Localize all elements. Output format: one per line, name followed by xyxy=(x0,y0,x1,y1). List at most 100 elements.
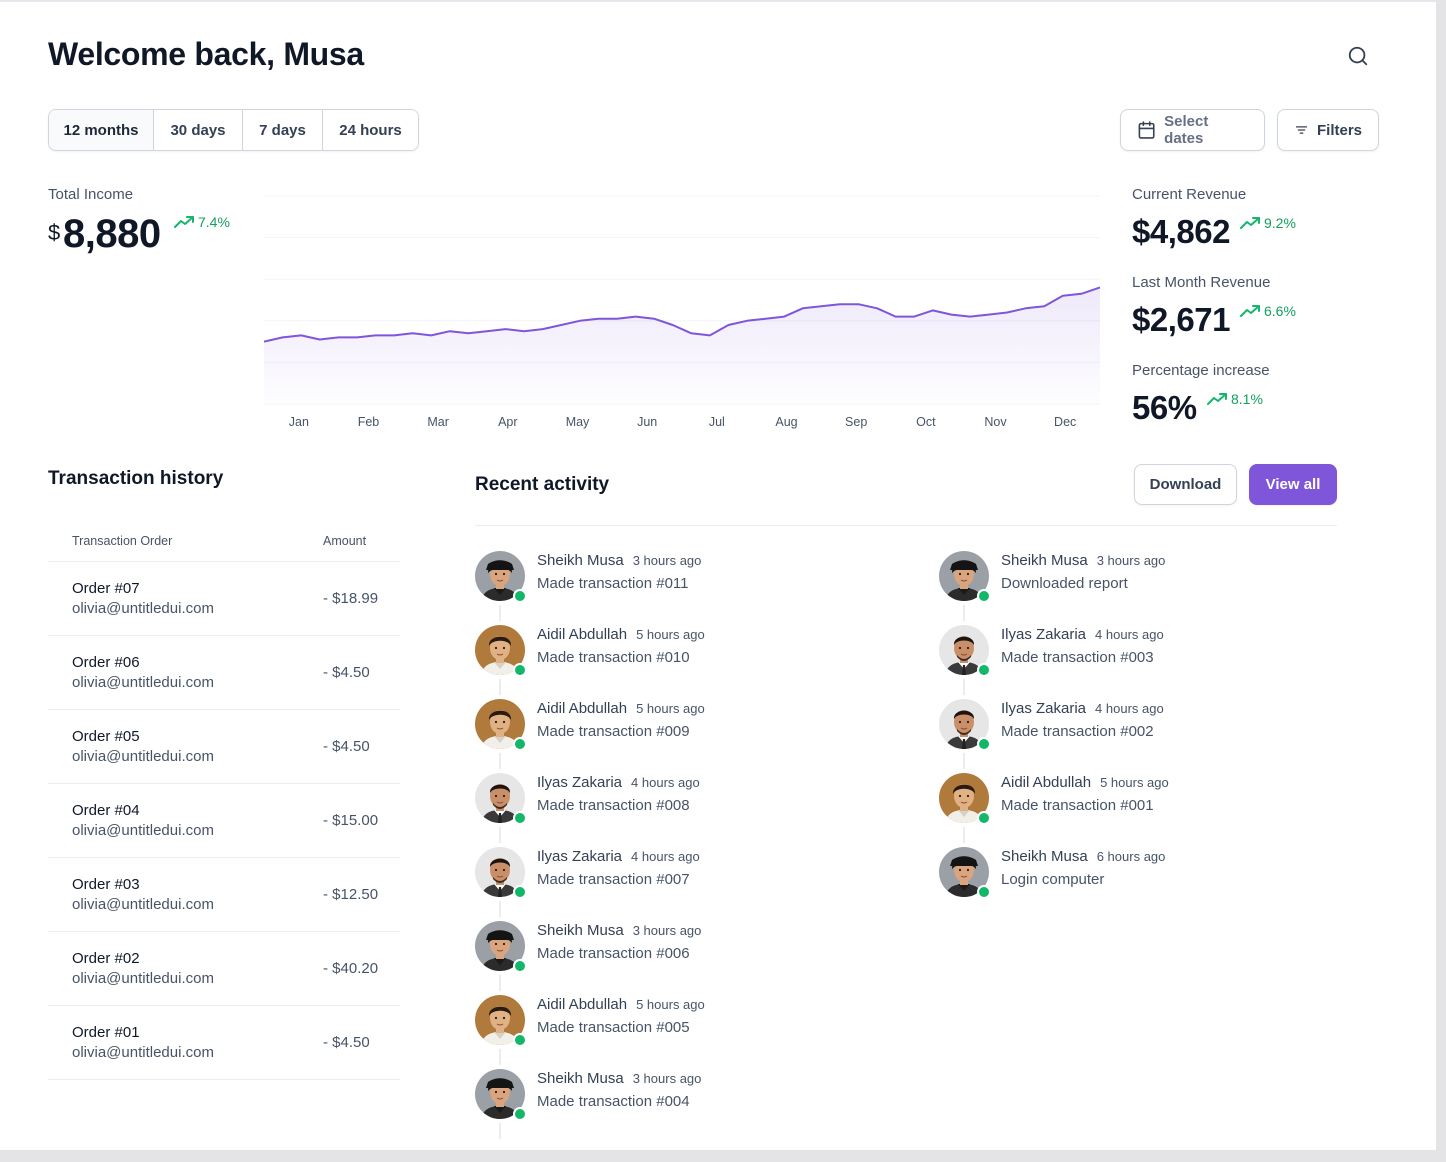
stat-value: $4,862 xyxy=(1132,213,1230,250)
x-tick-label: Mar xyxy=(427,415,449,429)
avatar[interactable] xyxy=(939,625,991,677)
avatar[interactable] xyxy=(475,847,527,899)
column-transaction-order: Transaction Order xyxy=(72,533,173,548)
table-row[interactable]: Order #05 olivia@untitledui.com - $4.50 xyxy=(48,710,400,784)
activity-item[interactable]: Sheikh Musa 6 hours ago Login computer xyxy=(939,847,1169,921)
online-status-dot xyxy=(513,959,527,973)
avatar[interactable] xyxy=(475,773,527,825)
chart-area-fill xyxy=(264,287,1100,404)
activity-text: Aidil Abdullah 5 hours ago Made transactio… xyxy=(537,699,705,773)
activity-item[interactable]: Sheikh Musa 3 hours ago Made transaction #… xyxy=(475,921,705,995)
avatar[interactable] xyxy=(939,551,991,603)
activity-time: 5 hours ago xyxy=(636,997,705,1012)
activity-action: Made transaction #002 xyxy=(1001,723,1154,740)
activity-text: Sheikh Musa 6 hours ago Login computer xyxy=(1001,847,1165,921)
activity-time: 4 hours ago xyxy=(1095,701,1164,716)
order-amount: - $15.00 xyxy=(323,812,379,829)
activity-time: 4 hours ago xyxy=(631,849,700,864)
activity-text: Sheikh Musa 3 hours ago Made transaction #… xyxy=(537,551,701,625)
online-status-dot xyxy=(977,663,991,677)
activity-action: Made transaction #006 xyxy=(537,945,690,962)
avatar[interactable] xyxy=(475,921,527,973)
avatar[interactable] xyxy=(475,699,527,751)
timeline-connector xyxy=(499,753,501,769)
activity-text: Sheikh Musa 3 hours ago Downloaded report xyxy=(1001,551,1165,625)
activity-item[interactable]: Sheikh Musa 3 hours ago Downloaded report xyxy=(939,551,1169,625)
order-id: Order #04 xyxy=(72,801,140,819)
calendar-icon xyxy=(1138,121,1155,139)
online-status-dot xyxy=(977,589,991,603)
recent-activity-title: Recent activity xyxy=(475,474,610,495)
stat-value: $2,671 xyxy=(1132,301,1230,338)
activity-item[interactable]: Sheikh Musa 3 hours ago Made transaction #… xyxy=(475,1069,705,1143)
online-status-dot xyxy=(513,1033,527,1047)
activity-item[interactable]: Ilyas Zakaria 4 hours ago Made transaction… xyxy=(939,699,1169,773)
activity-item[interactable]: Aidil Abdullah 5 hours ago Made transactio… xyxy=(475,699,705,773)
range-12-months[interactable]: 12 months xyxy=(49,110,154,150)
order-id: Order #01 xyxy=(72,1023,140,1041)
table-row[interactable]: Order #06 olivia@untitledui.com - $4.50 xyxy=(48,636,400,710)
search-button[interactable] xyxy=(1342,40,1374,72)
activity-feed-right: Sheikh Musa 3 hours ago Downloaded report … xyxy=(939,551,1169,921)
table-row[interactable]: Order #04 olivia@untitledui.com - $15.00 xyxy=(48,784,400,858)
x-tick-label: May xyxy=(566,415,590,429)
timeline-connector xyxy=(963,753,965,769)
x-tick-label: Sep xyxy=(845,415,867,429)
range-7-days[interactable]: 7 days xyxy=(243,110,323,150)
activity-item[interactable]: Ilyas Zakaria 4 hours ago Made transaction… xyxy=(475,847,705,921)
column-amount: Amount xyxy=(323,533,367,548)
activity-user-name: Sheikh Musa xyxy=(537,1070,624,1087)
timeline-connector xyxy=(499,679,501,695)
activity-action: Made transaction #011 xyxy=(537,575,689,592)
avatar[interactable] xyxy=(475,551,527,603)
stat-label: Current Revenue xyxy=(1132,186,1247,203)
table-row[interactable]: Order #07 olivia@untitledui.com - $18.99 xyxy=(48,562,400,636)
select-dates-button[interactable]: Select dates xyxy=(1120,109,1265,151)
x-tick-label: Apr xyxy=(498,415,517,429)
table-row[interactable]: Order #03 olivia@untitledui.com - $12.50 xyxy=(48,858,400,932)
view-all-button[interactable]: View all xyxy=(1249,464,1337,505)
range-24-hours[interactable]: 24 hours xyxy=(323,110,418,150)
download-button[interactable]: Download xyxy=(1134,464,1237,505)
order-email: olivia@untitledui.com xyxy=(72,747,214,765)
activity-item[interactable]: Sheikh Musa 3 hours ago Made transaction #… xyxy=(475,551,705,625)
x-tick-label: Jan xyxy=(289,415,309,429)
activity-user-name: Sheikh Musa xyxy=(537,552,624,569)
avatar[interactable] xyxy=(475,625,527,677)
table-row[interactable]: Order #02 olivia@untitledui.com - $40.20 xyxy=(48,932,400,1006)
total-income-trend-value: 7.4% xyxy=(198,214,230,230)
online-status-dot xyxy=(513,811,527,825)
online-status-dot xyxy=(513,885,527,899)
activity-action: Made transaction #003 xyxy=(1001,649,1154,666)
online-status-dot xyxy=(977,811,991,825)
x-tick-label: Oct xyxy=(916,415,936,429)
page-title: Welcome back, Musa xyxy=(48,36,364,72)
activity-item[interactable]: Aidil Abdullah 5 hours ago Made transactio… xyxy=(475,625,705,699)
timeline-connector xyxy=(499,827,501,843)
activity-item[interactable]: Aidil Abdullah 5 hours ago Made transactio… xyxy=(939,773,1169,847)
activity-item[interactable]: Aidil Abdullah 5 hours ago Made transactio… xyxy=(475,995,705,1069)
activity-time: 5 hours ago xyxy=(636,701,705,716)
order-cell: Order #06 olivia@untitledui.com xyxy=(48,653,323,693)
avatar[interactable] xyxy=(939,773,991,825)
activity-item[interactable]: Ilyas Zakaria 4 hours ago Made transaction… xyxy=(939,625,1169,699)
online-status-dot xyxy=(977,885,991,899)
order-cell: Order #02 olivia@untitledui.com xyxy=(48,949,323,989)
activity-action: Made transaction #004 xyxy=(537,1093,690,1110)
avatar[interactable] xyxy=(939,699,991,751)
activity-time: 5 hours ago xyxy=(1100,775,1169,790)
order-cell: Order #04 olivia@untitledui.com xyxy=(48,801,323,841)
total-income-label: Total Income xyxy=(48,186,134,203)
timeline-connector xyxy=(963,679,965,695)
avatar[interactable] xyxy=(475,995,527,1047)
activity-item[interactable]: Ilyas Zakaria 4 hours ago Made transaction… xyxy=(475,773,705,847)
avatar[interactable] xyxy=(475,1069,527,1121)
activity-text: Aidil Abdullah 5 hours ago Made transactio… xyxy=(537,995,705,1069)
range-30-days[interactable]: 30 days xyxy=(154,110,243,150)
stat-trend: 9.2% xyxy=(1240,215,1296,231)
timeline-connector xyxy=(499,1049,501,1065)
table-row[interactable]: Order #01 olivia@untitledui.com - $4.50 xyxy=(48,1006,400,1080)
avatar[interactable] xyxy=(939,847,991,899)
x-tick-label: Dec xyxy=(1054,415,1076,429)
filters-button[interactable]: Filters xyxy=(1277,109,1379,151)
